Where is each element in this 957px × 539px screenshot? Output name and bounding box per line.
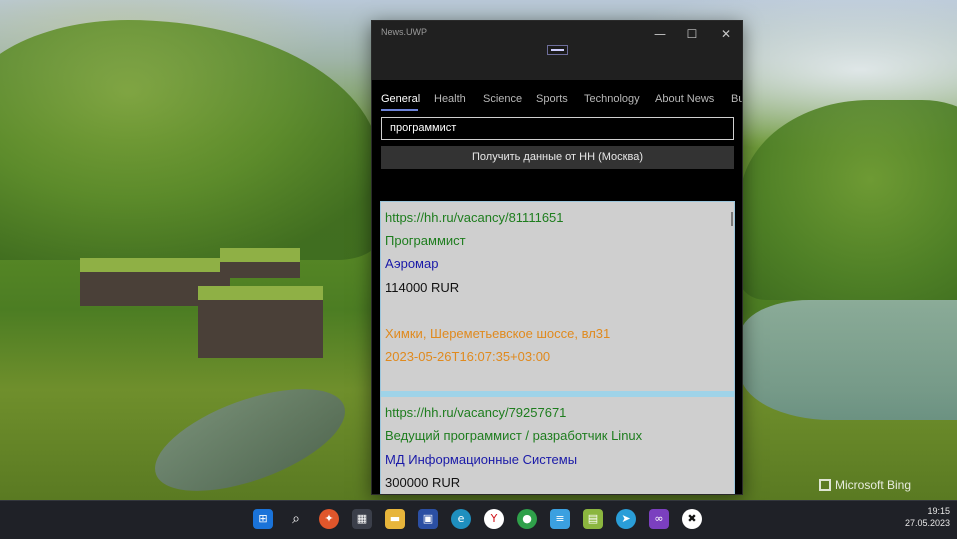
maximize-button[interactable]: ☐ — [677, 24, 707, 44]
vacancy-employer: Аэромар — [385, 256, 439, 272]
vacancy-employer: МД Информационные Системы — [385, 451, 578, 467]
vacancy-salary: 114000 RUR — [385, 279, 460, 295]
app-orange-icon[interactable]: ✦ — [319, 509, 339, 529]
save-app-icon[interactable]: ▣ — [418, 509, 438, 529]
yandex-browser-icon[interactable]: Y — [484, 509, 504, 529]
telegram-icon[interactable]: ➤ — [616, 509, 636, 529]
search-input[interactable]: программист — [381, 117, 734, 140]
vacancy-address: Химки, Шереметьевское шоссе, вл31 — [385, 325, 611, 341]
minimize-button[interactable]: — — [645, 24, 675, 44]
bing-watermark: Microsoft Bing — [819, 478, 911, 492]
list-scrollbar[interactable] — [731, 212, 733, 226]
fetch-vacancies-button[interactable]: Получить данные от НН (Москва) — [381, 146, 734, 169]
close-button[interactable]: ✕ — [711, 24, 741, 44]
clock-date: 27.05.2023 — [904, 518, 950, 528]
vacancy-url[interactable]: https://hh.ru/vacancy/81111651 — [385, 206, 730, 229]
clock-time: 19:15 — [927, 506, 950, 516]
taskbar: ⊞ ⌕ ✦ ▦ ▬ ▣ e Y ● ≡ ▤ ➤ ∞ ✖ 19:15 27.05.… — [0, 500, 957, 539]
wallpaper-house — [220, 248, 300, 278]
windows-start-icon[interactable]: ⊞ — [253, 509, 273, 529]
menu-toggle-icon[interactable] — [547, 45, 568, 55]
tab-sports[interactable]: Sports — [536, 93, 568, 105]
vacancy-name: Программист — [385, 233, 466, 249]
category-tabs: General Health Science Sports Technology… — [372, 89, 742, 111]
system-clock[interactable]: 19:15 27.05.2023 — [890, 505, 950, 529]
tab-general[interactable]: General — [381, 93, 420, 105]
file-explorer-icon[interactable]: ▬ — [385, 509, 405, 529]
vacancy-url[interactable]: https://hh.ru/vacancy/79257671 — [385, 401, 730, 424]
search-icon[interactable]: ⌕ — [286, 509, 306, 529]
visual-studio-icon[interactable]: ∞ — [649, 509, 669, 529]
tab-business[interactable]: Bus — [731, 93, 742, 105]
bing-watermark-text: Microsoft Bing — [835, 478, 912, 492]
vacancy-salary: 300000 RUR — [385, 474, 461, 490]
notepad-icon[interactable]: ≡ — [550, 509, 570, 529]
active-tab-indicator — [381, 109, 418, 111]
bing-logo-icon — [819, 479, 831, 491]
list-item[interactable]: https://hh.ru/vacancy/79257671 Ведущий п… — [381, 397, 734, 494]
wallpaper-house — [198, 286, 323, 358]
tab-science[interactable]: Science — [483, 93, 522, 105]
edge-icon[interactable]: e — [451, 509, 471, 529]
wallpaper-hill-right — [740, 100, 957, 300]
tab-about-news[interactable]: About News — [655, 93, 714, 105]
app-window: News.UWP — ☐ ✕ General Health Science Sp… — [371, 20, 743, 495]
vacancy-name: Ведущий программист / разработчик Linux — [385, 428, 643, 444]
wallpaper-sea — [740, 300, 957, 420]
tab-health[interactable]: Health — [434, 93, 466, 105]
chart-app-icon[interactable]: ▤ — [583, 509, 603, 529]
vacancy-list[interactable]: https://hh.ru/vacancy/81111651 Программи… — [380, 201, 735, 494]
title-bar[interactable]: News.UWP — ☐ ✕ — [372, 21, 742, 80]
wallpaper-hill-left — [0, 20, 380, 260]
app-x-icon[interactable]: ✖ — [682, 509, 702, 529]
store-icon[interactable]: ▦ — [352, 509, 372, 529]
wallpaper-river — [142, 368, 358, 512]
window-title: News.UWP — [381, 27, 428, 37]
tab-technology[interactable]: Technology — [584, 93, 640, 105]
list-item[interactable]: https://hh.ru/vacancy/81111651 Программи… — [381, 202, 734, 398]
vacancy-date: 2023-05-26T16:07:35+03:00 — [385, 348, 551, 364]
chrome-icon[interactable]: ● — [517, 509, 537, 529]
